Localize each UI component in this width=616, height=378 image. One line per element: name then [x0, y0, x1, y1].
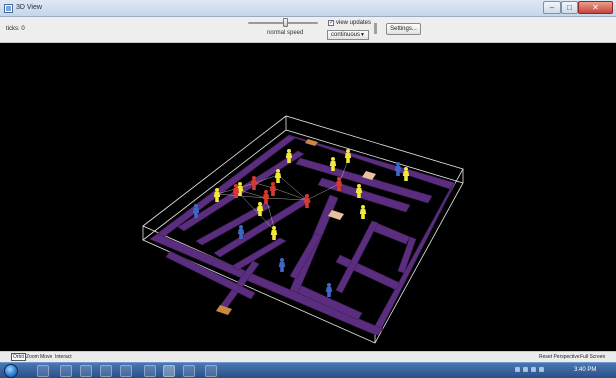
clock[interactable]: 3:40 PM [574, 367, 596, 373]
view-controls-bar: Orbit Zoom Move Interact Reset Perspecti… [0, 351, 616, 362]
speed-label: normal speed [267, 30, 304, 36]
system-tray[interactable] [515, 367, 560, 375]
maze-scene [142, 115, 464, 344]
speed-slider-thumb[interactable] [283, 18, 288, 27]
chevron-down-icon: ▼ [360, 32, 365, 38]
media-icon[interactable] [60, 365, 72, 377]
tray-flag-icon [523, 367, 528, 372]
os-taskbar: 3:40 PM [0, 362, 616, 378]
start-button[interactable] [4, 364, 18, 378]
move-button[interactable]: Move [40, 354, 52, 360]
title-bar: 3D View – □ ✕ [0, 0, 616, 17]
maze-walls [149, 134, 456, 336]
paint-icon[interactable] [183, 365, 195, 377]
orbit-button[interactable]: Orbit [11, 353, 26, 361]
netlogo-icon[interactable] [163, 365, 175, 377]
network-icon[interactable] [205, 365, 217, 377]
zoom-button[interactable]: Zoom [26, 354, 39, 360]
tray-arrow-icon [515, 367, 520, 372]
view-toolbar: ticks: 0 normal speed ✓ view updates con… [0, 17, 616, 43]
ticks-counter: ticks: 0 [6, 26, 25, 32]
tray-network-icon [531, 367, 536, 372]
full-screen-button[interactable]: Full Screen [580, 354, 605, 360]
view-updates-checkbox[interactable]: ✓ [328, 20, 334, 26]
close-button[interactable]: ✕ [578, 1, 613, 14]
toolbar-separator [374, 23, 377, 34]
ie-icon[interactable] [37, 365, 49, 377]
maximize-button[interactable]: □ [561, 1, 578, 14]
tray-volume-icon [539, 367, 544, 372]
app-icon [4, 4, 13, 13]
update-mode-value: continuous [331, 32, 361, 38]
interact-button[interactable]: Interact [55, 354, 72, 360]
view-updates-label: view updates [336, 20, 372, 26]
chrome-icon[interactable] [144, 365, 156, 377]
word-icon[interactable] [120, 365, 132, 377]
3d-viewport[interactable] [0, 43, 616, 351]
reset-perspective-button[interactable]: Reset Perspective [539, 354, 580, 360]
update-mode-select[interactable]: continuous ▼ [327, 30, 369, 40]
patch-orange [216, 305, 232, 315]
window-title: 3D View [16, 4, 42, 11]
explorer-icon[interactable] [80, 365, 92, 377]
minimize-button[interactable]: – [543, 1, 561, 14]
skype-icon[interactable] [100, 365, 112, 377]
settings-button[interactable]: Settings... [386, 23, 421, 35]
